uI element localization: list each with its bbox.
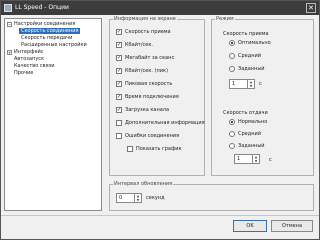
ok-button[interactable]: OK — [233, 220, 267, 232]
tree-item-connection-quality[interactable]: Качество связи — [14, 63, 55, 69]
checkbox-label: Пиковая скорость — [125, 81, 173, 87]
checkbox-kbps[interactable]: ✓ Кбайт/сек. — [116, 41, 153, 49]
radio-button[interactable] — [229, 143, 235, 149]
radio-label: Оптимально — [238, 40, 271, 46]
checkbox-connection-errors[interactable]: Ошибки соединения — [116, 132, 179, 140]
tree-item-autostart[interactable]: Автозапуск — [14, 56, 44, 62]
checkbox-connection-time[interactable]: ✓ Время подключения — [116, 93, 179, 101]
radio-button[interactable] — [229, 119, 235, 125]
checkbox-mb-session[interactable]: ✓ Мегабайт за сеанс — [116, 54, 174, 62]
checkbox-box[interactable]: ✓ — [116, 29, 122, 35]
checkbox-box[interactable]: ✓ — [116, 94, 122, 100]
collapse-icon[interactable]: − — [7, 22, 12, 27]
close-icon[interactable]: ✕ — [306, 3, 316, 13]
checkbox-label: Дополнительная информация — [125, 120, 205, 126]
radio-button[interactable] — [229, 40, 235, 46]
receive-interval-value: 1 — [232, 81, 236, 87]
window-title: LL Speed - Опции — [15, 4, 69, 11]
tree-item-other[interactable]: Прочие — [14, 70, 33, 76]
radio-send-normal[interactable]: Нормально — [229, 118, 267, 126]
divider — [1, 215, 319, 216]
radio-label: Средний — [238, 131, 261, 137]
checkbox-box[interactable]: ✓ — [116, 81, 122, 87]
checkbox-box[interactable]: ✓ — [116, 42, 122, 48]
tree-item-interface[interactable]: Интерфейс — [14, 49, 44, 55]
checkbox-box[interactable] — [116, 133, 122, 139]
refresh-interval-legend: Интервал обновления — [114, 181, 173, 187]
checkbox-receive-speed[interactable]: ✓ Скорость приема — [116, 28, 171, 36]
checkbox-show-graph[interactable]: Показать график — [127, 145, 181, 153]
receive-interval-unit: с — [259, 81, 262, 87]
checkbox-label: Мегабайт за сеанс — [125, 55, 175, 61]
refresh-interval-unit: секунд — [146, 195, 165, 201]
send-interval-value: 1 — [237, 156, 241, 162]
checkbox-label: Кбайт/сек. — [125, 42, 153, 48]
send-interval-spinner[interactable]: 1 ▲ ▼ — [234, 154, 260, 164]
radio-button[interactable] — [229, 131, 235, 137]
checkbox-peak-speed[interactable]: ✓ Пиковая скорость — [116, 80, 172, 88]
radio-send-medium[interactable]: Средний — [229, 130, 261, 138]
checkbox-label: Загрузка канала — [125, 107, 170, 113]
radio-button[interactable] — [229, 53, 235, 59]
radio-receive-optimal[interactable]: Оптимально — [229, 39, 271, 47]
tree-item-connection-settings[interactable]: Настройки соединения — [14, 21, 75, 27]
radio-receive-custom[interactable]: Заданный — [229, 65, 265, 73]
app-icon — [4, 4, 12, 12]
spinner-arrows-icon[interactable]: ▲ ▼ — [252, 155, 259, 163]
spinner-arrows-icon[interactable]: ▲ ▼ — [247, 80, 254, 88]
settings-tree: − Настройки соединения Скорость соединен… — [4, 18, 102, 211]
title-bar[interactable]: LL Speed - Опции ✕ — [1, 1, 319, 15]
radio-send-custom[interactable]: Заданный — [229, 142, 265, 150]
radio-label: Нормально — [238, 119, 268, 125]
refresh-interval-value: 0 — [119, 195, 123, 201]
radio-receive-medium[interactable]: Средний — [229, 52, 261, 60]
checkbox-box[interactable]: ✓ — [116, 107, 122, 113]
receive-speed-label: Скорость приема — [223, 31, 269, 37]
checkbox-label: Ошибки соединения — [125, 133, 180, 139]
checkbox-box[interactable]: ✓ — [116, 55, 122, 61]
refresh-interval-spinner[interactable]: 0 ▲ ▼ — [116, 193, 142, 203]
checkbox-label: Скорость приема — [125, 29, 171, 35]
checkbox-label: Кбайт/сек. (пик) — [125, 68, 169, 74]
radio-label: Заданный — [238, 66, 265, 72]
tree-item-advanced-settings[interactable]: Расширенные настройки — [21, 42, 87, 48]
checkbox-label: Время подключения — [125, 94, 179, 100]
checkbox-box[interactable]: ✓ — [116, 68, 122, 74]
send-interval-unit: с — [269, 157, 272, 163]
checkbox-additional-info[interactable]: Дополнительная информация — [116, 119, 205, 127]
radio-button[interactable] — [229, 66, 235, 72]
cancel-button[interactable]: Отмена — [271, 220, 313, 232]
options-dialog: LL Speed - Опции ✕ − Настройки соединени… — [0, 0, 320, 240]
checkbox-box[interactable] — [127, 146, 133, 152]
checkbox-box[interactable] — [116, 120, 122, 126]
spinner-arrows-icon[interactable]: ▲ ▼ — [134, 194, 141, 202]
checkbox-label: Показать график — [136, 146, 182, 152]
radio-label: Заданный — [238, 143, 265, 149]
send-speed-label: Скорость отдачи — [223, 110, 268, 116]
checkbox-channel-load[interactable]: ✓ Загрузка канала — [116, 106, 169, 114]
display-info-legend: Информация на экране — [114, 16, 176, 22]
tree-item-connection-speed[interactable]: Скорость соединения — [19, 28, 81, 34]
tree-item-transfer-speed[interactable]: Скорость передачи — [21, 35, 72, 41]
radio-label: Средний — [238, 53, 261, 59]
expand-icon[interactable]: + — [7, 50, 12, 55]
mode-legend: Режим — [216, 16, 234, 22]
receive-interval-spinner[interactable]: 1 ▲ ▼ — [229, 79, 255, 89]
checkbox-kbps-peak[interactable]: ✓ Кбайт/сек. (пик) — [116, 67, 168, 75]
